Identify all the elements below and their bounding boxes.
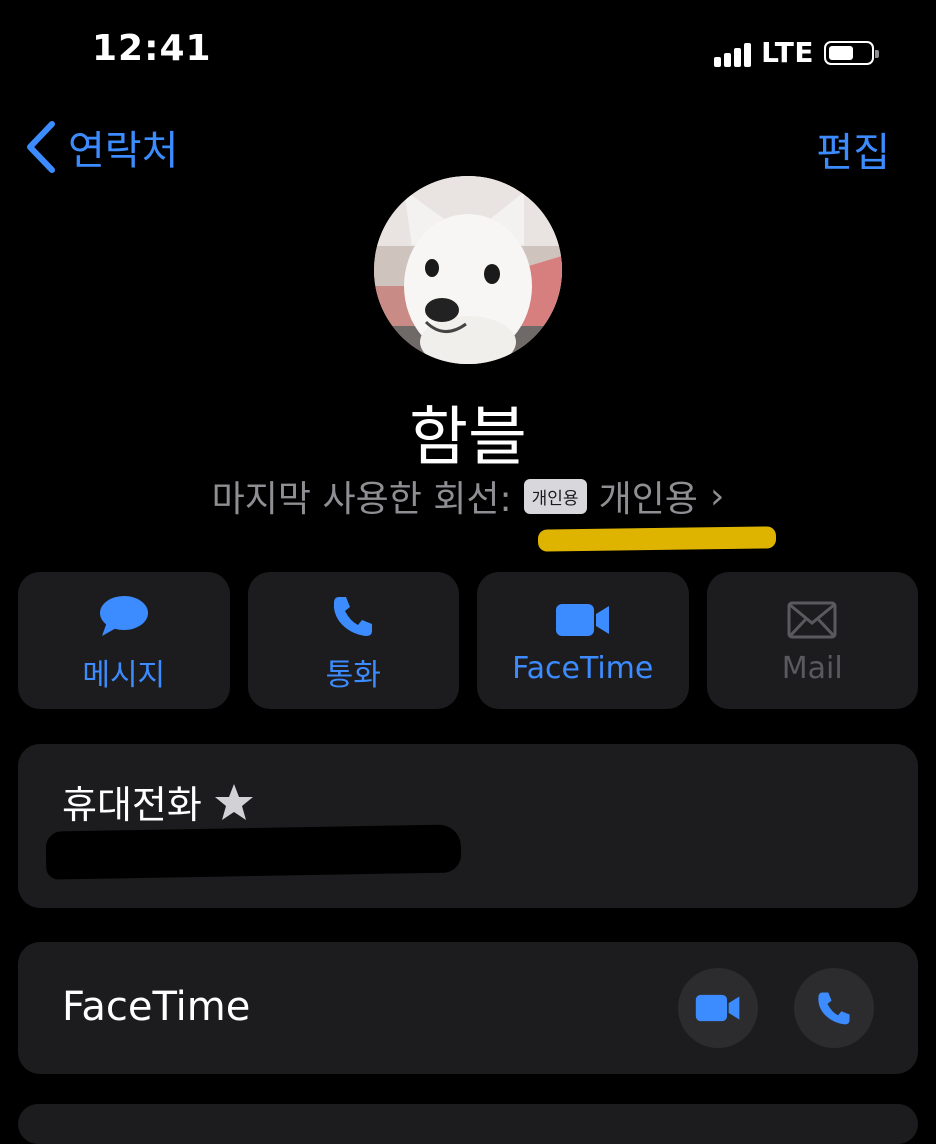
next-card-edge <box>18 1104 918 1144</box>
status-time: 12:41 <box>92 28 212 69</box>
facetime-video-button[interactable] <box>678 968 758 1048</box>
mail-button-label: Mail <box>781 651 843 686</box>
facetime-label: FaceTime <box>62 984 251 1030</box>
last-used-line-prefix: 마지막 사용한 회선: <box>211 479 512 520</box>
mobile-phone-card[interactable]: 휴대전화 <box>18 744 918 908</box>
dog-photo <box>374 176 562 364</box>
star-icon <box>214 783 253 820</box>
facetime-card: FaceTime <box>18 942 918 1074</box>
line-name: 개인용 <box>598 479 698 520</box>
message-button-label: 메시지 <box>82 657 166 693</box>
facetime-button-label: FaceTime <box>512 651 654 686</box>
status-indicators: LTE <box>714 36 879 69</box>
highlight-mark <box>537 526 777 552</box>
network-type: LTE <box>761 36 814 69</box>
edit-button[interactable]: 편집 <box>816 120 890 178</box>
mobile-phone-label: 휴대전화 <box>62 783 202 827</box>
mail-button[interactable]: Mail <box>706 572 918 709</box>
signal-icon <box>714 39 752 67</box>
chevron-right-icon: › <box>709 475 725 517</box>
line-badge: 개인용 <box>523 478 587 514</box>
avatar[interactable] <box>374 176 562 364</box>
back-button[interactable]: 연락처 <box>24 118 178 176</box>
mobile-phone-label-row: 휴대전화 <box>62 774 254 829</box>
chevron-left-icon <box>27 121 55 173</box>
call-button-label: 통화 <box>325 657 381 693</box>
contact-name: 함블 <box>409 401 527 475</box>
video-camera-icon <box>695 994 740 1022</box>
message-bubble-icon <box>99 595 148 636</box>
battery-icon <box>824 40 879 65</box>
phone-icon <box>334 596 373 636</box>
last-used-line-row[interactable]: 마지막 사용한 회선: 개인용 개인용 › <box>0 470 936 522</box>
redacted-phone-number <box>45 824 462 880</box>
facetime-button[interactable]: FaceTime <box>477 572 689 709</box>
message-button[interactable]: 메시지 <box>18 572 230 709</box>
phone-icon <box>818 992 850 1025</box>
call-button[interactable]: 통화 <box>247 572 459 709</box>
envelope-icon <box>787 601 837 639</box>
quick-actions: 메시지 통화 FaceTime Mail <box>18 572 918 709</box>
back-button-label: 연락처 <box>68 128 179 174</box>
facetime-audio-button[interactable] <box>794 968 874 1048</box>
video-camera-icon <box>555 604 609 636</box>
